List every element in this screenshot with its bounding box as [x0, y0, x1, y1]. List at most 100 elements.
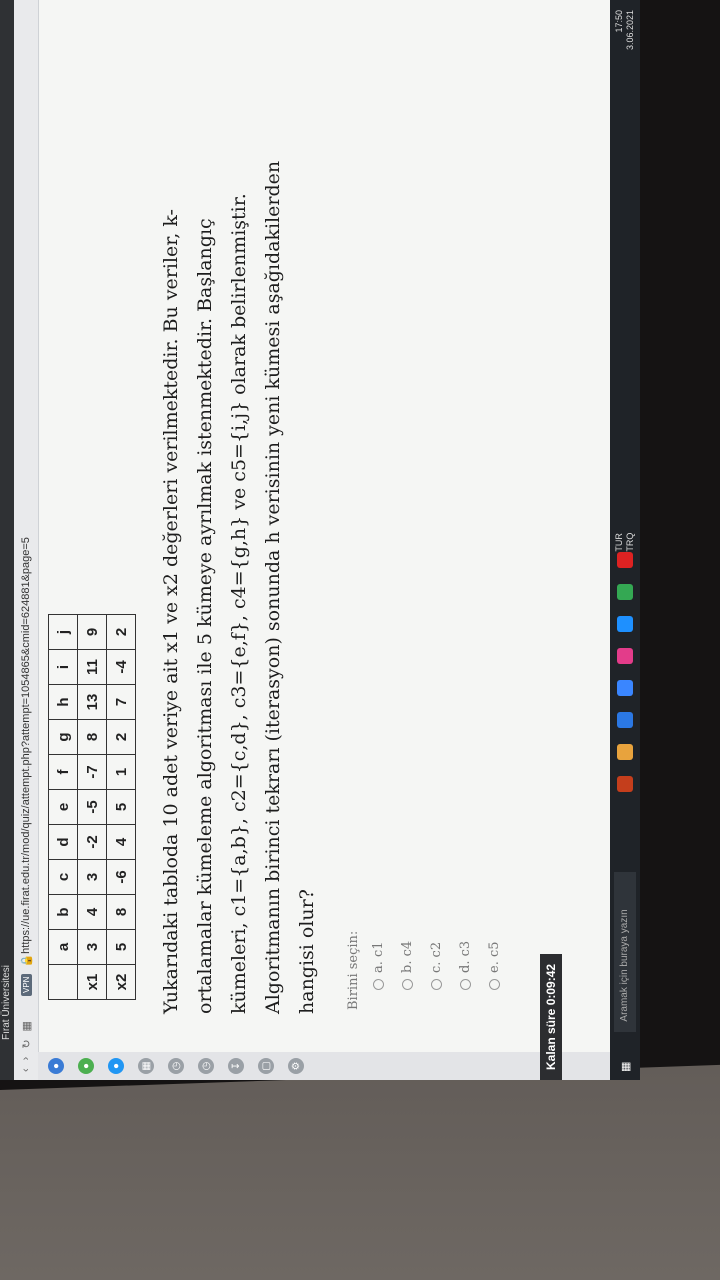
table-cell: 13: [77, 684, 107, 720]
address-bar: ‹ › ↻ ▦ VPN 🔒 https://ue.firat.edu.tr/mo…: [14, 0, 39, 1080]
answer-option-d[interactable]: d. c3: [458, 40, 473, 990]
table-cell: 9: [77, 614, 107, 650]
answer-option-b[interactable]: b. c4: [400, 40, 415, 990]
language-code: TUR: [614, 533, 624, 552]
answer-label[interactable]: e. c5: [487, 941, 502, 973]
windows-taskbar: ▦ Aramak için buraya yazın TUR TRQ 17:50…: [610, 0, 640, 1080]
history-icon[interactable]: ◷: [168, 1058, 184, 1074]
answer-label[interactable]: d. c3: [458, 941, 473, 973]
question-line: kümeleri, c1={a,b}, c2={c,d}, c3={e,f}, …: [228, 193, 250, 1014]
table-cell: 1: [106, 754, 136, 790]
answer-option-e[interactable]: e. c5: [487, 40, 502, 990]
system-clock[interactable]: 17:50 3.06.2021: [614, 10, 636, 50]
table-cell: -2: [77, 824, 107, 860]
clock-date: 3.06.2021: [625, 10, 635, 51]
grid-icon[interactable]: ▦: [20, 1021, 33, 1031]
messenger-icon[interactable]: ●: [48, 1058, 64, 1074]
clock-icon[interactable]: ◷: [198, 1058, 214, 1074]
forward-icon[interactable]: ›: [20, 1057, 33, 1061]
url-field[interactable]: https://ue.firat.edu.tr/mod/quiz/attempt…: [20, 537, 32, 954]
whatsapp-icon[interactable]: ●: [78, 1058, 94, 1074]
table-cell: 4: [77, 894, 107, 930]
quiz-content: a b c d e f g h i j x1 3 4 3 -2 -5 -7 8 …: [48, 40, 608, 1020]
answer-label[interactable]: b. c4: [400, 941, 415, 973]
radio-icon[interactable]: [489, 979, 500, 990]
table-cell: f: [48, 754, 78, 790]
table-cell: 7: [106, 684, 136, 720]
radio-icon[interactable]: [431, 979, 442, 990]
taskbar-search-input[interactable]: Aramak için buraya yazın: [614, 871, 636, 1032]
table-cell: b: [48, 894, 78, 930]
radio-icon[interactable]: [373, 979, 384, 990]
table-cell: 3: [77, 929, 107, 965]
table-cell: 3: [77, 859, 107, 895]
question-line: ortalamalar kümeleme algoritması ile 5 k…: [194, 218, 216, 1014]
table-cell: a: [48, 929, 78, 965]
store-icon[interactable]: [617, 679, 633, 696]
table-cell: -4: [106, 649, 136, 685]
question-line: hangisi olur?: [296, 889, 318, 1014]
table-cell: d: [48, 824, 78, 860]
settings-icon[interactable]: ⚙: [288, 1058, 304, 1074]
keyboard-layout: TRQ: [625, 532, 635, 552]
table-cell: 5: [106, 789, 136, 825]
table-cell: 8: [106, 894, 136, 930]
table-cell: 5: [106, 929, 136, 965]
language-indicator[interactable]: TUR TRQ: [614, 533, 636, 552]
windows-start-icon[interactable]: ▦: [619, 1062, 632, 1072]
powerpoint-icon[interactable]: [617, 775, 633, 792]
table-row: x1 3 4 3 -2 -5 -7 8 13 11 9: [77, 614, 107, 1000]
table-cell: i: [48, 649, 78, 685]
table-cell: j: [48, 614, 78, 650]
vpn-badge[interactable]: VPN: [20, 973, 32, 996]
photos-icon[interactable]: [617, 647, 633, 664]
data-table: a b c d e f g h i j x1 3 4 3 -2 -5 -7 8 …: [48, 614, 136, 1000]
tab-title[interactable]: Fırat Üniversitesi: [1, 965, 12, 1040]
edge-icon[interactable]: [617, 615, 633, 632]
table-cell: x1: [77, 964, 107, 1000]
nav-buttons: ‹ › ↻ ▦: [20, 1002, 33, 1080]
table-cell: 8: [77, 719, 107, 755]
mail-icon[interactable]: [617, 711, 633, 728]
question-line: Yukarıdaki tabloda 10 adet veriye ait x1…: [160, 209, 182, 1014]
lock-icon: 🔒: [20, 953, 33, 968]
table-cell: 2: [106, 719, 136, 755]
answer-option-c[interactable]: c. c2: [429, 40, 444, 990]
reload-icon[interactable]: ↻: [20, 1039, 33, 1048]
table-cell: h: [48, 684, 78, 720]
window-titlebar: Fırat Üniversitesi: [0, 0, 14, 1080]
speed-dial-icon[interactable]: ▦: [138, 1058, 154, 1074]
remaining-time-badge: Kalan süre 0:09:42: [540, 953, 562, 1080]
answer-label[interactable]: a. c1: [371, 941, 386, 973]
extensions-icon[interactable]: ▢: [258, 1058, 274, 1074]
download-icon[interactable]: ↧: [228, 1058, 244, 1074]
table-cell: 11: [77, 649, 107, 685]
table-cell: -7: [77, 754, 107, 790]
table-cell: [48, 964, 78, 1000]
clock-time: 17:50: [614, 10, 624, 33]
table-cell: 4: [106, 824, 136, 860]
table-cell: 2: [106, 614, 136, 650]
radio-icon[interactable]: [460, 979, 471, 990]
table-cell: -5: [77, 789, 107, 825]
table-cell: -6: [106, 859, 136, 895]
table-header-row: a b c d e f g h i j: [48, 614, 78, 1000]
table-cell: x2: [106, 964, 136, 1000]
question-text: Yukarıdaki tabloda 10 adet veriye ait x1…: [154, 64, 324, 1014]
radio-icon[interactable]: [402, 979, 413, 990]
answer-block: Birini seçin: a. c1 b. c4 c. c2 d. c3 e.…: [346, 40, 502, 1010]
question-line: Algoritmanın birinci tekrarı (iterasyon)…: [262, 160, 284, 1014]
answer-option-a[interactable]: a. c1: [371, 40, 386, 990]
table-cell: g: [48, 719, 78, 755]
vk-icon[interactable]: ●: [108, 1058, 124, 1074]
back-icon[interactable]: ‹: [20, 1068, 33, 1072]
chrome-icon[interactable]: [617, 583, 633, 600]
table-row: x2 5 8 -6 4 5 1 2 7 -4 2: [106, 614, 136, 1000]
opera-icon[interactable]: [617, 551, 633, 568]
answer-label[interactable]: c. c2: [429, 942, 444, 973]
file-explorer-icon[interactable]: [617, 743, 633, 760]
taskbar-apps: [617, 551, 633, 792]
table-cell: e: [48, 789, 78, 825]
browser-screen: Fırat Üniversitesi ‹ › ↻ ▦ VPN 🔒 https:/…: [0, 0, 640, 1080]
answer-prompt: Birini seçin:: [346, 930, 361, 1010]
